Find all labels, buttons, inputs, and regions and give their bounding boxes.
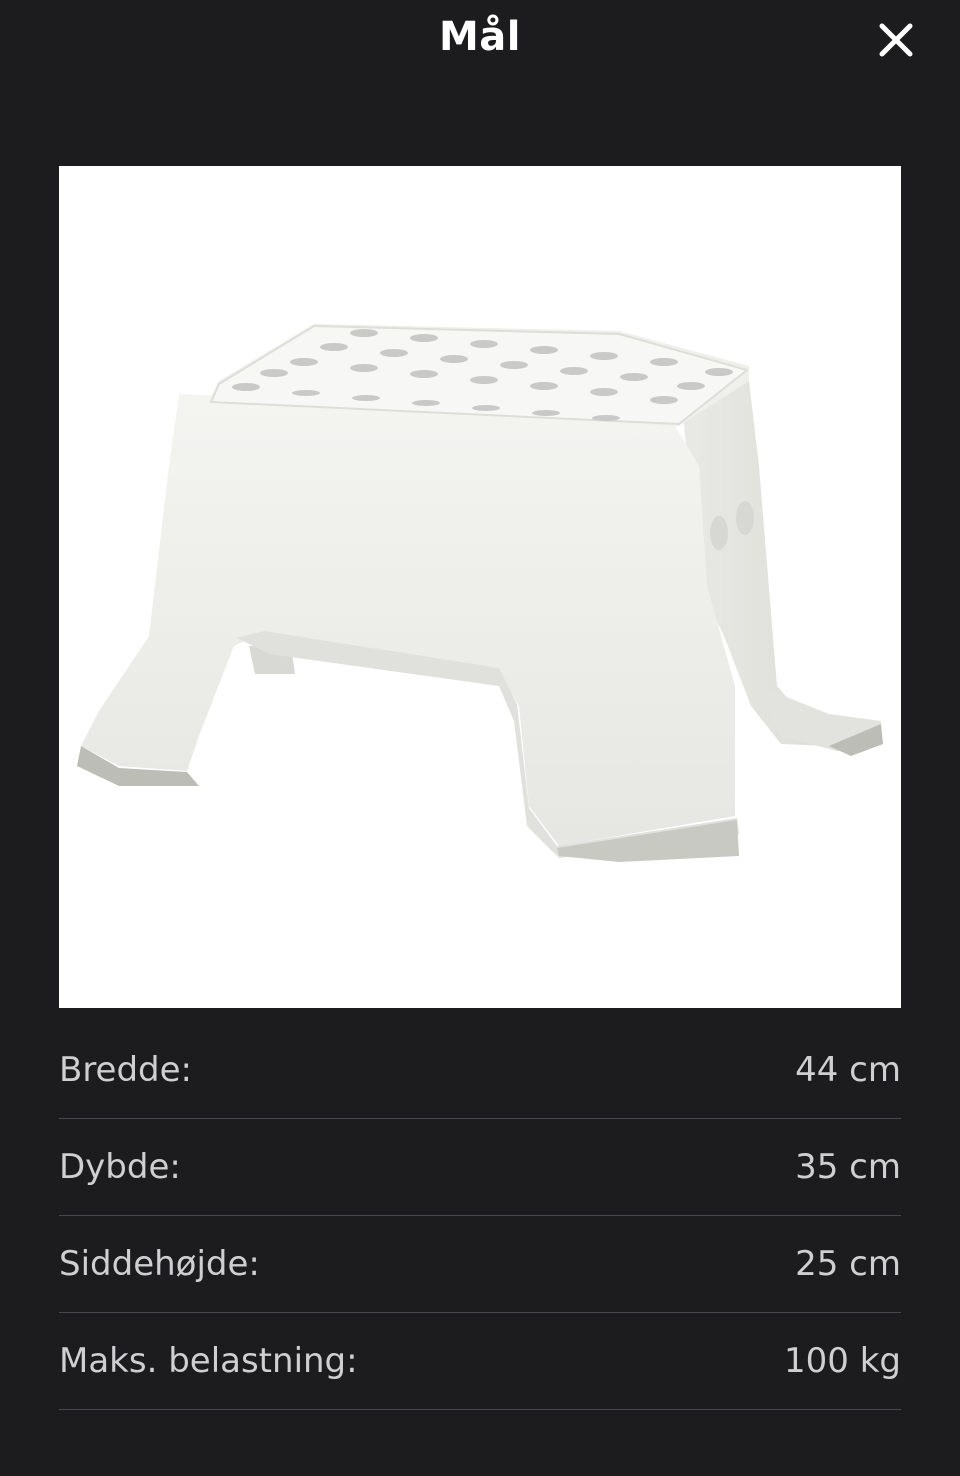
spec-value: 100 kg <box>784 1341 901 1381</box>
spec-label: Dybde: <box>59 1147 181 1187</box>
spec-row-width: Bredde: 44 cm <box>59 1022 901 1119</box>
product-image <box>59 166 901 1008</box>
spec-row-depth: Dybde: 35 cm <box>59 1119 901 1216</box>
spec-row-max-load: Maks. belastning: 100 kg <box>59 1313 901 1410</box>
spec-label: Bredde: <box>59 1050 193 1090</box>
spec-value: 25 cm <box>795 1244 901 1284</box>
spec-label: Maks. belastning: <box>59 1341 358 1381</box>
close-button[interactable] <box>868 12 924 68</box>
step-stool-illustration <box>77 324 883 862</box>
spec-value: 44 cm <box>795 1050 901 1090</box>
spec-label: Siddehøjde: <box>59 1244 260 1284</box>
spec-value: 35 cm <box>795 1147 901 1187</box>
page-title: Mål <box>438 14 521 60</box>
modal-header: Mål <box>0 0 960 80</box>
spec-row-seat-height: Siddehøjde: 25 cm <box>59 1216 901 1313</box>
close-icon <box>879 23 913 57</box>
dimensions-list: Bredde: 44 cm Dybde: 35 cm Siddehøjde: 2… <box>59 1022 901 1410</box>
